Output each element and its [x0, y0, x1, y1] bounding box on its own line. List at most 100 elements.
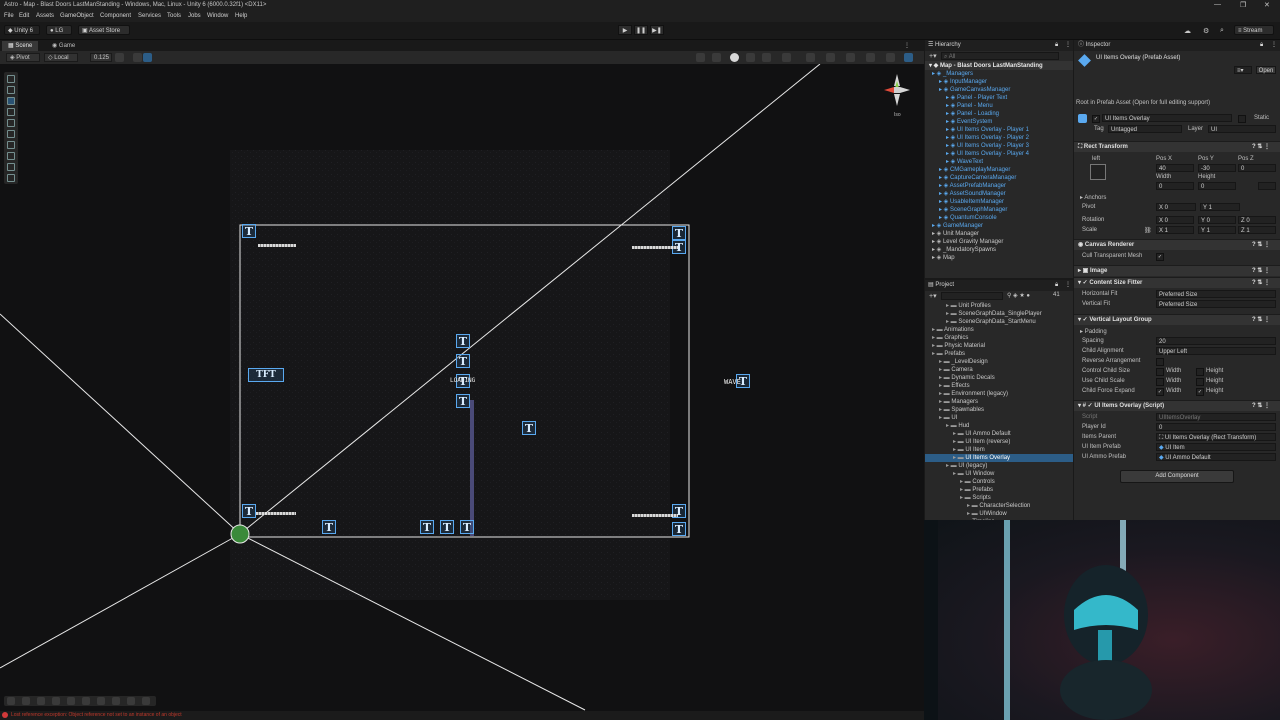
- hierarchy-item[interactable]: ▸ ◈ AssetPrefabManager: [939, 182, 1006, 189]
- custom-tool-icon[interactable]: [7, 163, 15, 171]
- control-height-checkbox[interactable]: [1196, 368, 1204, 376]
- text-gizmo-icon[interactable]: T: [460, 520, 474, 534]
- hierarchy-item[interactable]: ▸ ◈ WaveText: [946, 158, 983, 165]
- text-gizmo-icon[interactable]: T: [456, 334, 470, 348]
- component-menu-icon[interactable]: ? ⇅ ⋮: [1252, 401, 1270, 411]
- control-width-checkbox[interactable]: [1156, 368, 1164, 376]
- tab-game[interactable]: ◉ Game: [46, 41, 81, 51]
- lock-icon[interactable]: 🔒︎: [1055, 280, 1058, 291]
- project-search-input[interactable]: [941, 292, 1003, 300]
- scale-tool-icon[interactable]: [7, 119, 15, 127]
- hierarchy-item[interactable]: ▸ ◈ Panel - Loading: [946, 110, 999, 117]
- step-button[interactable]: ▶❚: [650, 25, 664, 35]
- shading-mode-icon[interactable]: [730, 53, 739, 62]
- hierarchy-item[interactable]: ▸ ◈ Map: [932, 254, 955, 261]
- project-item[interactable]: ▸ ▬ Environment (legacy): [925, 390, 1073, 398]
- view-tool-icon[interactable]: [7, 75, 15, 83]
- expand-height-checkbox[interactable]: ✓: [1196, 388, 1204, 396]
- scale-width-checkbox[interactable]: [1156, 378, 1164, 386]
- rect-transform-header[interactable]: ⛶ Rect Transform? ⇅ ⋮: [1074, 141, 1280, 152]
- project-item[interactable]: ▸ ▬ UI (legacy): [925, 462, 1073, 470]
- project-item[interactable]: ▸ ▬ Physic Material: [925, 342, 1073, 350]
- snap-field[interactable]: 0.125: [90, 53, 112, 62]
- pos-z-field[interactable]: 0: [1238, 164, 1276, 172]
- account-button[interactable]: ◆ Unity 6: [4, 25, 40, 35]
- hierarchy-item[interactable]: ▸ ◈ GameCanvasManager: [939, 86, 1010, 93]
- overlay-tool-icon[interactable]: [22, 697, 30, 705]
- hierarchy-item[interactable]: ▸ ◈ _MandatorySpawns: [932, 246, 996, 253]
- menu-services[interactable]: Services: [138, 13, 161, 19]
- overlay-tool-icon[interactable]: [142, 697, 150, 705]
- gizmos-icon[interactable]: [866, 53, 875, 62]
- scale-y-field[interactable]: Y 1: [1198, 226, 1236, 234]
- menu-jobs[interactable]: Jobs: [188, 13, 201, 19]
- pivot-x-field[interactable]: X 0: [1156, 203, 1196, 211]
- hierarchy-item[interactable]: ▸ ◈ SceneGraphManager: [939, 206, 1007, 213]
- minimize-button[interactable]: —: [1214, 1, 1221, 8]
- image-header[interactable]: ▸ ▣ Image? ⇅ ⋮: [1074, 265, 1280, 276]
- hierarchy-item[interactable]: ▸ ◈ Unit Manager: [932, 230, 979, 237]
- project-item[interactable]: ▸ ▬ UI Ammo Default: [925, 430, 1073, 438]
- text-gizmo-icon[interactable]: T: [322, 520, 336, 534]
- project-item[interactable]: ▸ ▬ CharacterSelection: [925, 502, 1073, 510]
- search-icon[interactable]: ⌕: [1220, 27, 1224, 35]
- hierarchy-item[interactable]: ▸ ◈ UI Items Overlay - Player 1: [946, 126, 1029, 133]
- hierarchy-item[interactable]: ▸ ◈ InputManager: [939, 78, 987, 85]
- content-size-fitter-header[interactable]: ▾ ✓ Content Size Fitter? ⇅ ⋮: [1074, 277, 1280, 288]
- hierarchy-item[interactable]: ▸ ◈ Panel - Player Text: [946, 94, 1007, 101]
- project-item[interactable]: ▸ ▬ UI Item (reverse): [925, 438, 1073, 446]
- static-checkbox[interactable]: [1238, 115, 1246, 123]
- expand-width-checkbox[interactable]: ✓: [1156, 388, 1164, 396]
- project-item[interactable]: ▸ ▬ Camera: [925, 366, 1073, 374]
- add-icon[interactable]: +▾: [929, 52, 937, 60]
- raw-edit-button[interactable]: [1258, 182, 1276, 190]
- cloud-icon[interactable]: ☁: [1184, 27, 1191, 35]
- grid-snap-icon[interactable]: [115, 53, 124, 62]
- rotation-x-field[interactable]: X 0: [1156, 216, 1194, 224]
- project-item[interactable]: ▸ ▬ SceneGraphData_SinglePlayer: [925, 310, 1073, 318]
- asset-options-button[interactable]: ≡▾: [1234, 66, 1252, 74]
- pivot-y-field[interactable]: Y 1: [1200, 203, 1240, 211]
- active-checkbox[interactable]: ✓: [1092, 115, 1100, 123]
- component-menu-icon[interactable]: ? ⇅ ⋮: [1252, 240, 1270, 250]
- hierarchy-item[interactable]: ▸ ◈ AssetSoundManager: [939, 190, 1006, 197]
- project-item[interactable]: ▸ ▬ Effects: [925, 382, 1073, 390]
- effects-toggle-icon[interactable]: [782, 53, 791, 62]
- tab-scene[interactable]: ▦ Scene: [2, 41, 39, 51]
- component-menu-icon[interactable]: ? ⇅ ⋮: [1252, 315, 1270, 325]
- child-alignment-dropdown[interactable]: Upper Left: [1156, 347, 1276, 355]
- move-tool-icon[interactable]: [7, 97, 15, 105]
- status-message[interactable]: Lost reference exception: Object referen…: [11, 712, 182, 718]
- project-item[interactable]: ▸ ▬ Hud: [925, 422, 1073, 430]
- project-item[interactable]: ▸ ▬ UI Window: [925, 470, 1073, 478]
- view-options-icon[interactable]: [696, 53, 705, 62]
- hierarchy-item[interactable]: ▸ ◈ CaptureCameraManager: [939, 174, 1016, 181]
- menu-component[interactable]: Component: [100, 13, 131, 19]
- item-prefab-field[interactable]: ◆ UI Item: [1156, 443, 1276, 451]
- project-item[interactable]: ▸ ▬ Scripts: [925, 494, 1073, 502]
- transform-tool-icon[interactable]: [7, 141, 15, 149]
- menu-help[interactable]: Help: [235, 13, 247, 19]
- canvas-renderer-header[interactable]: ◉ Canvas Renderer? ⇅ ⋮: [1074, 239, 1280, 250]
- filter-icon[interactable]: ⚲ ◈ ★ ●: [1007, 292, 1030, 299]
- scale-z-field[interactable]: Z 1: [1238, 226, 1276, 234]
- project-item[interactable]: ▸ ▬ Dynamic Decals: [925, 374, 1073, 382]
- text-gizmo-icon[interactable]: T: [242, 224, 256, 238]
- overlay-tool-icon[interactable]: [52, 697, 60, 705]
- rotation-y-field[interactable]: Y 0: [1198, 216, 1236, 224]
- cull-checkbox[interactable]: ✓: [1156, 253, 1164, 261]
- project-item[interactable]: ▸ ▬ UIWindow: [925, 510, 1073, 518]
- component-menu-icon[interactable]: ? ⇅ ⋮: [1252, 142, 1270, 152]
- rotation-z-field[interactable]: Z 0: [1238, 216, 1276, 224]
- scene-viewport[interactable]: T T T T T T T T T T T T T T T T TFT LOAD…: [0, 64, 924, 720]
- menu-file[interactable]: File: [4, 13, 14, 19]
- padding-label[interactable]: ▸ Padding: [1080, 328, 1107, 335]
- text-gizmo-icon[interactable]: T: [440, 520, 454, 534]
- custom-tool-icon[interactable]: [7, 174, 15, 182]
- reverse-arrangement-checkbox[interactable]: [1156, 358, 1164, 366]
- hierarchy-search-input[interactable]: ⌕ All: [941, 52, 1059, 60]
- hidden-objects-icon[interactable]: [806, 53, 815, 62]
- overlay-tool-icon[interactable]: [112, 697, 120, 705]
- project-item[interactable]: ▸ ▬ Managers: [925, 398, 1073, 406]
- component-menu-icon[interactable]: ? ⇅ ⋮: [1252, 278, 1270, 288]
